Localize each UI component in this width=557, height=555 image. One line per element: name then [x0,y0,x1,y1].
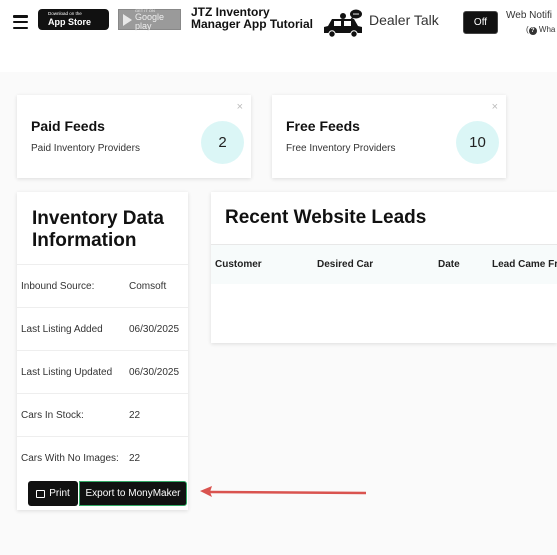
row-value: Comsoft [129,281,167,292]
row-label: Last Listing Added [21,324,103,335]
column-header[interactable]: Lead Came Fro [492,259,557,270]
row-value: 06/30/2025 [129,324,180,335]
annotation-arrow-icon [200,486,367,497]
question-icon: ? [528,27,537,35]
inventory-row: Last Listing Updated 06/30/2025 [17,350,188,393]
free-feeds-card[interactable]: × Free Feeds Free Inventory Providers 10 [272,95,506,178]
inventory-row: Cars With No Images: 22 [17,436,188,479]
google-play-badge[interactable]: GET IT ON Google play [118,8,181,31]
inventory-row: Last Listing Added 06/30/2025 [17,307,188,350]
inventory-data-panel: Inventory Data Information Inbound Sourc… [17,192,188,510]
card-title: Paid Feeds [31,118,105,134]
row-label: Cars With No Images: [21,453,119,464]
row-value: 06/30/2025 [129,367,180,378]
row-label: Cars In Stock: [21,410,84,421]
row-value: 22 [129,453,141,464]
row-label: Last Listing Updated [21,367,113,378]
web-notifications-help[interactable]: (? Wha [526,25,555,35]
close-icon[interactable]: × [237,101,243,113]
leads-heading: Recent Website Leads [225,207,427,228]
export-label: Export to MonyMaker [85,488,181,499]
card-title: Free Feeds [286,118,360,134]
play-icon [123,13,132,26]
inventory-row: Inbound Source: Comsoft [17,264,188,307]
google-play-text: Google play [135,11,165,31]
app-store-text: App Store [48,16,92,27]
notification-toggle[interactable]: Off [463,11,498,34]
card-subtitle: Paid Inventory Providers [31,143,140,154]
dealer-talk-link[interactable]: Dealer Talk [369,12,439,28]
paid-feeds-card[interactable]: × Paid Feeds Paid Inventory Providers 2 [17,95,251,178]
column-header[interactable]: Customer [215,259,262,270]
dealer-talk-car-icon[interactable] [322,8,364,38]
print-icon [36,489,46,498]
close-icon[interactable]: × [492,101,498,113]
app-tutorial-title[interactable]: JTZ Inventory Manager App Tutorial [191,6,321,30]
web-notifications-label: Web Notifi [506,10,552,21]
inventory-heading: Inventory Data Information [32,208,164,251]
print-button[interactable]: Print [28,481,78,506]
paid-feeds-count: 2 [201,121,244,164]
free-feeds-count: 10 [456,121,499,164]
row-label: Inbound Source: [21,281,95,292]
card-subtitle: Free Inventory Providers [286,143,396,154]
top-bar: Download on the App Store GET IT ON Goog… [0,0,557,72]
column-header[interactable]: Desired Car [317,259,373,270]
inventory-row: Cars In Stock: 22 [17,393,188,436]
recent-leads-panel: Recent Website Leads Customer Desired Ca… [211,192,557,343]
web-notifications-help-text: Wha [538,25,556,34]
export-button[interactable]: Export to MonyMaker [79,481,187,506]
app-store-badge[interactable]: Download on the App Store [38,9,109,30]
print-label: Print [49,488,70,499]
hamburger-menu-icon[interactable] [13,15,28,30]
column-header[interactable]: Date [438,259,460,270]
row-value: 22 [129,410,141,421]
leads-table-header: Customer Desired Car Date Lead Came Fro [211,244,557,284]
